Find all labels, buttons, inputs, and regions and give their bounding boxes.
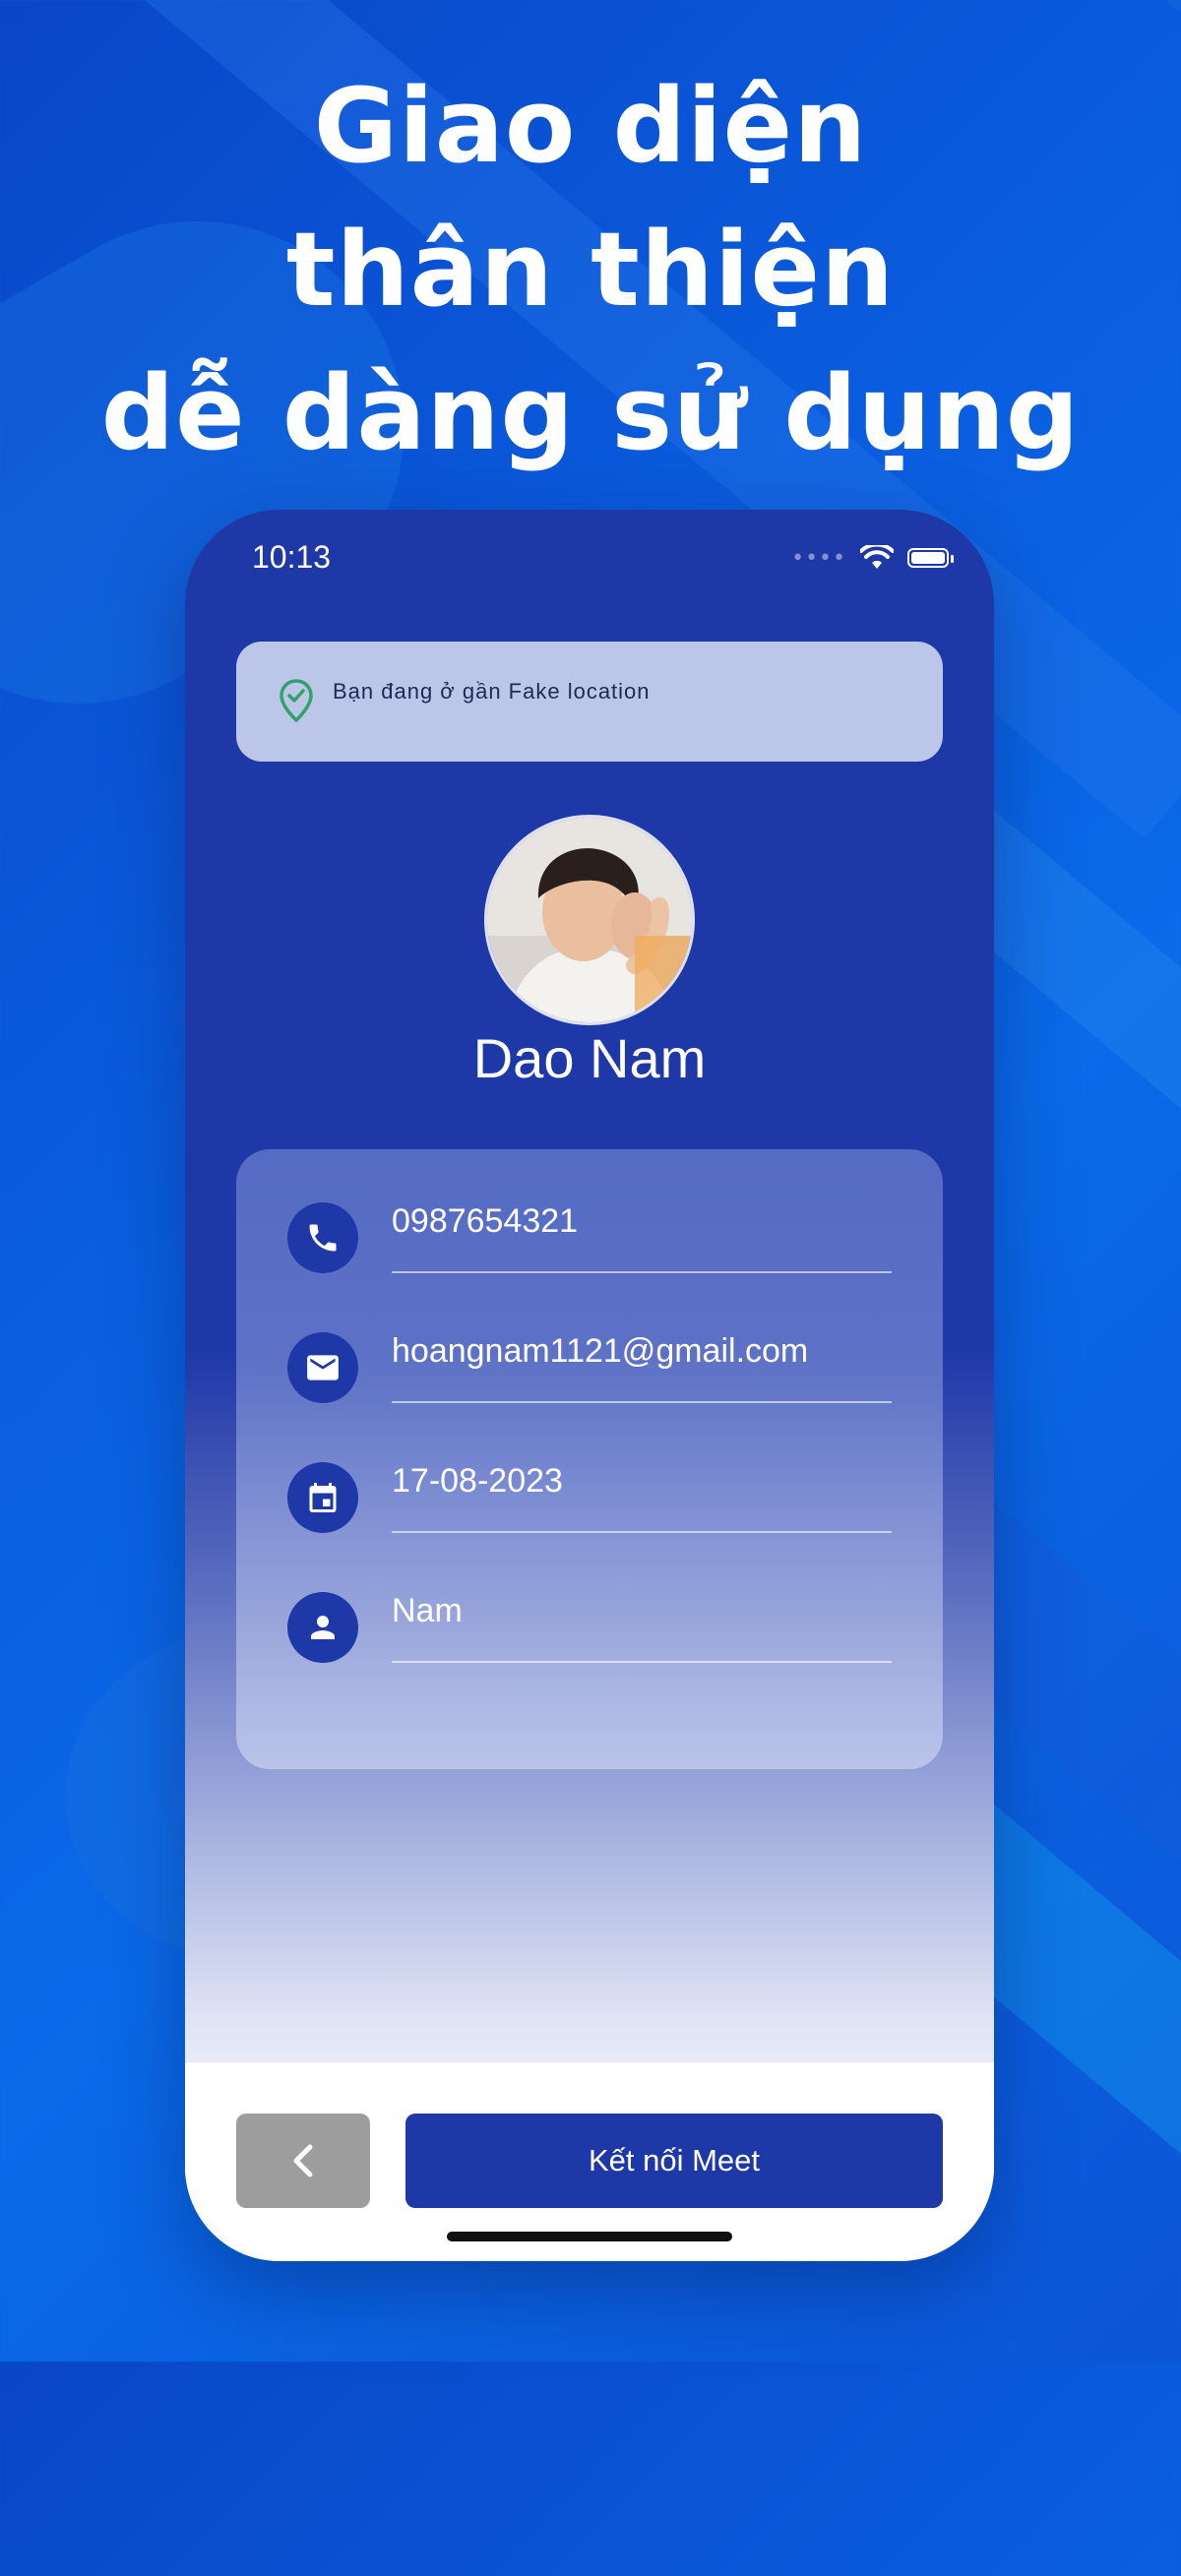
date-underline [392,1531,892,1533]
promo-line-3: dễ dàng sử dụng [100,353,1081,473]
email-row: hoangnam1121@gmail.com [287,1332,892,1431]
connect-meet-button[interactable]: Kết nối Meet [405,2114,943,2208]
home-indicator [447,2232,732,2241]
calendar-icon [287,1462,358,1533]
date-row: 17-08-2023 [287,1462,892,1561]
phone-mockup: 10:13 •••• Bạn đang ở gần Fake location … [185,510,994,2261]
promo-line-1: Giao diện [313,66,868,186]
status-time: 10:13 [252,539,332,575]
status-icons: •••• [791,545,954,571]
wifi-icon [860,545,894,569]
phone-row: 0987654321 [287,1202,892,1301]
gender-value[interactable]: Nam [392,1592,463,1630]
gender-underline [392,1661,892,1663]
battery-icon [907,548,954,568]
email-underline [392,1401,892,1403]
back-button[interactable] [236,2114,370,2208]
location-text: Bạn đang ở gần Fake location [333,679,651,704]
signal-dots-icon: •••• [791,545,846,571]
location-banner: Bạn đang ở gần Fake location [236,642,943,762]
profile-name: Dao Nam [472,1027,707,1089]
phone-icon [287,1202,358,1273]
promo-line-2: thân thiện [285,210,896,330]
phone-underline [392,1271,892,1273]
gender-row: Nam [287,1592,892,1690]
info-card: 0987654321 hoangnam1121@gmail.com 17-08-… [236,1149,943,1769]
phone-value[interactable]: 0987654321 [392,1202,578,1241]
date-value[interactable]: 17-08-2023 [392,1462,563,1501]
person-icon [287,1592,358,1663]
promo-headline: Giao diện thân thiện dễ dàng sử dụng [0,54,1181,485]
email-icon [287,1332,358,1403]
chevron-left-icon [293,2144,313,2177]
email-value[interactable]: hoangnam1121@gmail.com [392,1332,808,1371]
avatar [484,815,695,1025]
avatar-photo [487,818,692,1022]
location-check-icon [280,679,313,722]
